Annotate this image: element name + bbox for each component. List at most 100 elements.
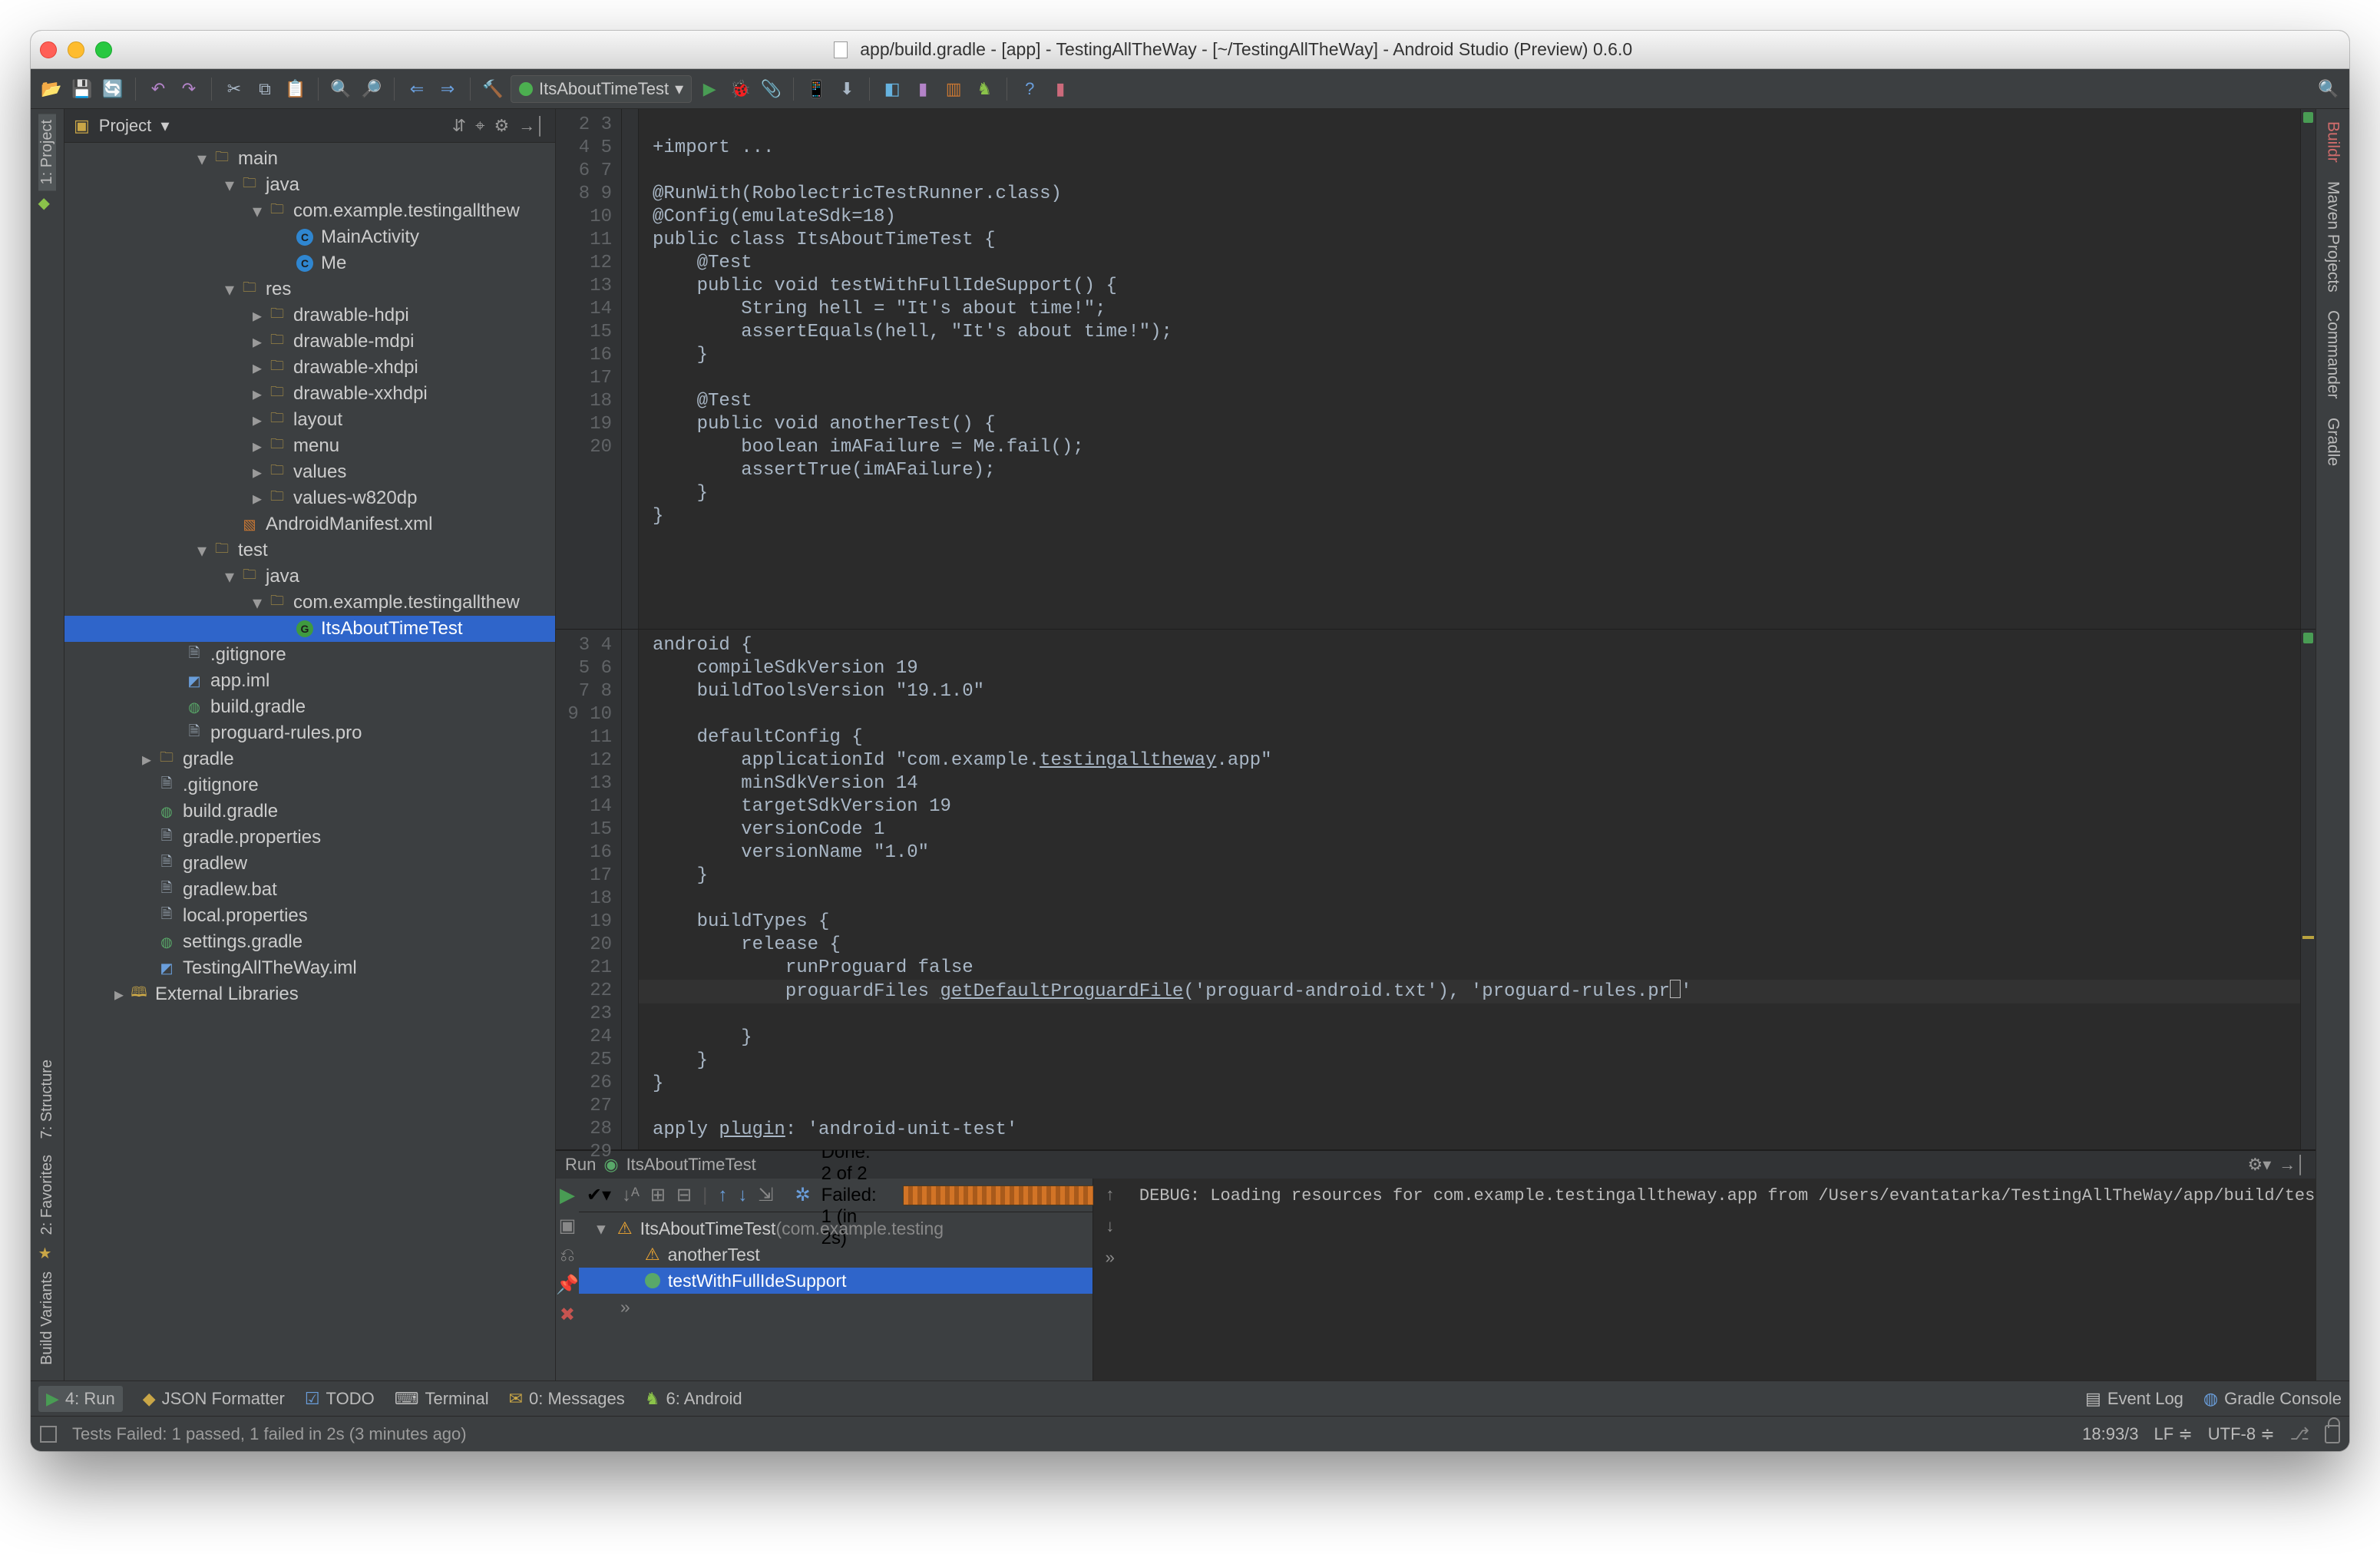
run-icon[interactable]: ▶ xyxy=(696,76,722,102)
tree-item[interactable]: ◩app.iml xyxy=(64,668,555,694)
bottom-android[interactable]: ♞ 6: Android xyxy=(645,1389,742,1409)
overview-ruler[interactable] xyxy=(2300,630,2316,1149)
next-fail-icon[interactable]: ↓ xyxy=(738,1185,747,1206)
tree-item[interactable]: ▸🗀drawable-xhdpi xyxy=(64,355,555,381)
autoscroll-icon[interactable]: ⌖ xyxy=(475,116,484,136)
test-output-text[interactable]: DEBUG: Loading resources for com.example… xyxy=(1127,1179,2349,1380)
tree-item[interactable]: ▸🗀menu xyxy=(64,433,555,459)
tree-item[interactable]: ◩TestingAllTheWay.iml xyxy=(64,955,555,981)
stop-icon[interactable]: ▣ xyxy=(559,1215,577,1237)
settings-gear-icon[interactable]: ⚙▾ xyxy=(2247,1155,2271,1175)
replace-icon[interactable]: 🔎 xyxy=(359,76,385,102)
tree-item[interactable]: GItsAboutTimeTest xyxy=(64,616,555,642)
bottom-gradle-console[interactable]: ◍ Gradle Console xyxy=(2203,1389,2342,1409)
bottom-event-log[interactable]: ▤ Event Log xyxy=(2085,1389,2183,1409)
android-icon[interactable]: ♞ xyxy=(971,76,997,102)
bottom-run[interactable]: ▶ 4: Run xyxy=(38,1386,123,1412)
tree-item[interactable]: ▸🗀values xyxy=(64,459,555,485)
undo-icon[interactable]: ↶ xyxy=(145,76,171,102)
file-encoding[interactable]: UTF-8 ≑ xyxy=(2208,1424,2275,1444)
tree-item[interactable]: ▸🗀drawable-hdpi xyxy=(64,303,555,329)
memory-monitor-icon[interactable]: ▮ xyxy=(910,76,936,102)
hide-icon[interactable]: →│ xyxy=(2279,1155,2306,1175)
editor-top[interactable]: 2 3 4 5 6 7 8 9 10 11 12 13 14 15 16 17 … xyxy=(556,109,2316,630)
line-separator[interactable]: LF ≑ xyxy=(2154,1424,2193,1444)
test-row[interactable]: ▾⚠ItsAboutTimeTest (com.example.testing xyxy=(579,1215,1092,1242)
tree-item[interactable]: ▸🗀gradle xyxy=(64,746,555,772)
tree-item[interactable]: 🗎.gitignore xyxy=(64,642,555,668)
run-config-selector[interactable]: ItsAboutTimeTest ▾ xyxy=(511,75,692,103)
editor-bottom[interactable]: 3 4 5 6 7 8 9 10 11 12 13 14 15 16 17 18… xyxy=(556,630,2316,1150)
hierarchy-icon[interactable]: ▥ xyxy=(940,76,967,102)
open-icon[interactable]: 📂 xyxy=(38,76,64,102)
tree-item[interactable]: 🗎.gitignore xyxy=(64,772,555,798)
tree-item[interactable]: ◍build.gradle xyxy=(64,694,555,720)
avd-manager-icon[interactable]: 📱 xyxy=(803,76,829,102)
tool-windows-icon[interactable] xyxy=(40,1426,57,1443)
cut-icon[interactable]: ✂ xyxy=(221,76,247,102)
test-more[interactable]: » xyxy=(579,1294,1092,1320)
export-icon[interactable]: ⇲ xyxy=(758,1184,773,1206)
ddms-icon[interactable]: ◧ xyxy=(879,76,905,102)
tree-item[interactable]: CMe xyxy=(64,250,555,276)
stripe-gradle[interactable]: Gradle xyxy=(2324,410,2342,474)
minimize-window-button[interactable] xyxy=(68,41,84,58)
feedback-icon[interactable]: ▮ xyxy=(1047,76,1073,102)
project-view-icon[interactable]: ▣ xyxy=(74,116,90,136)
tree-item[interactable]: ▾🗀java xyxy=(64,564,555,590)
tree-item[interactable]: 🗎gradlew.bat xyxy=(64,877,555,903)
tree-item[interactable]: ▾🗀res xyxy=(64,276,555,303)
paste-icon[interactable]: 📋 xyxy=(283,76,309,102)
tree-item[interactable]: 🗎proguard-rules.pro xyxy=(64,720,555,746)
stripe-structure[interactable]: 7: Structure xyxy=(38,1053,56,1145)
sdk-manager-icon[interactable]: ⬇ xyxy=(834,76,860,102)
bottom-terminal[interactable]: ⌨ Terminal xyxy=(395,1389,489,1409)
up-icon[interactable]: ↑ xyxy=(1105,1186,1115,1205)
bottom-json[interactable]: ◆ JSON Formatter xyxy=(143,1389,285,1409)
down-icon[interactable]: ↓ xyxy=(1105,1218,1115,1237)
project-tree[interactable]: ▾🗀main▾🗀java▾🗀com.example.testingallthew… xyxy=(64,143,555,1380)
close-window-button[interactable] xyxy=(40,41,57,58)
pin-icon[interactable]: 📌 xyxy=(556,1274,579,1296)
more-icon[interactable]: » xyxy=(1105,1249,1115,1268)
sort-icon[interactable]: ↓ᴬ xyxy=(622,1185,640,1206)
stripe-buildr[interactable]: Buildr xyxy=(2324,114,2342,170)
tree-item[interactable]: ▸🗀layout xyxy=(64,407,555,433)
prev-fail-icon[interactable]: ↑ xyxy=(718,1185,727,1206)
show-passed-icon[interactable]: ✔▾ xyxy=(587,1184,611,1206)
stripe-maven[interactable]: Maven Projects xyxy=(2324,174,2342,300)
close-icon[interactable]: ✖ xyxy=(560,1304,575,1326)
back-icon[interactable]: ⇐ xyxy=(404,76,430,102)
tree-item[interactable]: ▾🗀com.example.testingallthew xyxy=(64,590,555,616)
tree-item[interactable]: 🗎local.properties xyxy=(64,903,555,929)
collapse-icon[interactable]: ⇵ xyxy=(452,116,466,136)
tree-item[interactable]: ▸🗀drawable-xxhdpi xyxy=(64,381,555,407)
git-icon[interactable]: ⎇ xyxy=(2290,1424,2309,1444)
settings-gear-icon[interactable]: ⚙ xyxy=(494,116,510,136)
collapse-icon[interactable]: ⊟ xyxy=(676,1184,692,1206)
rerun-icon[interactable]: ▶ xyxy=(560,1183,575,1207)
copy-icon[interactable]: ⧉ xyxy=(252,76,278,102)
expand-icon[interactable]: ⊞ xyxy=(650,1184,666,1206)
code-area[interactable]: +import ... @RunWith(RobolectricTestRunn… xyxy=(639,109,2300,629)
tree-item[interactable]: ▾🗀com.example.testingallthew xyxy=(64,198,555,224)
find-icon[interactable]: 🔍 xyxy=(328,76,354,102)
tree-item[interactable]: ▾🗀test xyxy=(64,537,555,564)
tree-item[interactable]: ▾🗀main xyxy=(64,146,555,172)
stripe-build-variants[interactable]: Build Variants xyxy=(38,1265,56,1371)
stripe-project[interactable]: 1: Project xyxy=(38,114,56,190)
star-icon[interactable]: ★ xyxy=(38,1244,57,1262)
sync-icon[interactable]: 🔄 xyxy=(100,76,126,102)
stripe-favorites[interactable]: 2: Favorites xyxy=(38,1149,56,1241)
debug-icon[interactable]: 🐞 xyxy=(727,76,753,102)
code-area[interactable]: android { compileSdkVersion 19 buildTool… xyxy=(639,630,2300,1149)
forward-icon[interactable]: ⇒ xyxy=(435,76,461,102)
bottom-messages[interactable]: ✉ 0: Messages xyxy=(509,1389,625,1409)
tree-item[interactable]: 🗎gradle.properties xyxy=(64,825,555,851)
search-everywhere-icon[interactable]: 🔍 xyxy=(2316,76,2342,102)
readonly-lock-icon[interactable] xyxy=(2325,1425,2340,1443)
attach-icon[interactable]: 📎 xyxy=(758,76,784,102)
test-row[interactable]: ⚠anotherTest xyxy=(579,1242,1092,1268)
tree-item[interactable]: ▧AndroidManifest.xml xyxy=(64,511,555,537)
zoom-window-button[interactable] xyxy=(95,41,112,58)
